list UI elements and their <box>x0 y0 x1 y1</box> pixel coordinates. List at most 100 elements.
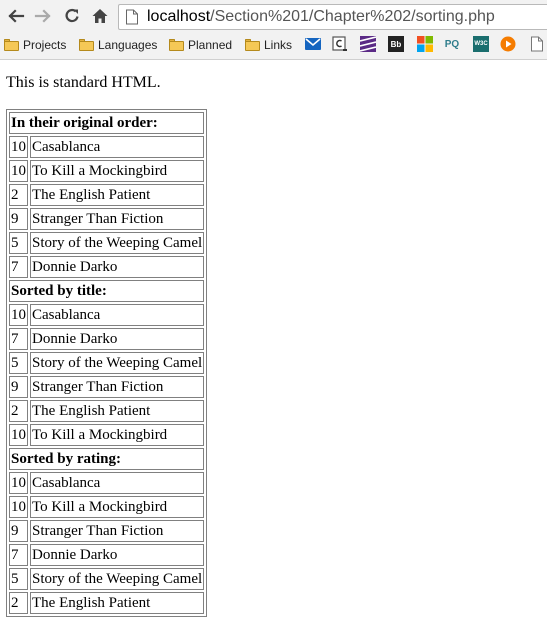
section-heading-row: In their original order: <box>9 112 205 134</box>
table-row: 9 Stranger Than Fiction <box>9 208 205 230</box>
title-cell: Casablanca <box>30 472 205 494</box>
table-row: 5 Story of the Weeping Camel <box>9 352 205 374</box>
rating-cell: 10 <box>9 136 28 158</box>
bookmark-label: Links <box>264 38 293 52</box>
folder-icon <box>4 39 19 51</box>
title-cell: Story of the Weeping Camel <box>30 568 205 590</box>
title-cell: To Kill a Mockingbird <box>30 160 205 182</box>
title-cell: Casablanca <box>30 304 205 326</box>
url-path: /Section%201/Chapter%202/sorting.php <box>210 8 495 25</box>
bb-icon[interactable]: Bb <box>388 36 404 52</box>
bookmark-label: Languages <box>98 38 158 52</box>
table-row: 7 Donnie Darko <box>9 328 205 350</box>
table-row: 5 Story of the Weeping Camel <box>9 232 205 254</box>
section-heading: Sorted by rating: <box>9 448 205 470</box>
title-cell: Story of the Weeping Camel <box>30 232 205 254</box>
table-row: 10 Casablanca <box>9 136 205 158</box>
table-row: 10 To Kill a Mockingbird <box>9 160 205 182</box>
table-row: 10 Casablanca <box>9 472 205 494</box>
rating-cell: 10 <box>9 424 28 446</box>
section-heading: In their original order: <box>9 112 205 134</box>
table-row: 2 The English Patient <box>9 184 205 206</box>
mail-icon[interactable] <box>305 36 321 52</box>
forward-button[interactable] <box>32 5 54 27</box>
rating-cell: 2 <box>9 184 28 206</box>
rating-cell: 7 <box>9 544 28 566</box>
title-cell: Donnie Darko <box>30 544 205 566</box>
folder-icon <box>169 39 184 51</box>
bookmark-label: Planned <box>188 38 233 52</box>
title-cell: Donnie Darko <box>30 328 205 350</box>
title-cell: Stranger Than Fiction <box>30 376 205 398</box>
rating-cell: 10 <box>9 496 28 518</box>
bookmarks-bar: Projects Languages Planned Links <box>0 33 547 58</box>
url-host: localhost <box>147 8 211 25</box>
rating-cell: 2 <box>9 592 28 614</box>
rating-cell: 9 <box>9 520 28 542</box>
rating-cell: 5 <box>9 352 28 374</box>
address-bar[interactable]: localhost/Section%201/Chapter%202/sortin… <box>118 4 547 30</box>
reload-button[interactable] <box>61 5 83 27</box>
table-row: 9 Stranger Than Fiction <box>9 520 205 542</box>
title-cell: Stranger Than Fiction <box>30 208 205 230</box>
movie-table: In their original order: 10 Casablanca 10… <box>6 109 208 617</box>
back-arrow-icon <box>8 9 25 23</box>
pq-label: PQ <box>444 38 460 50</box>
page-icon <box>126 9 138 25</box>
section-heading-row: Sorted by title: <box>9 280 205 302</box>
table-row: 7 Donnie Darko <box>9 256 205 278</box>
title-cell: To Kill a Mockingbird <box>30 496 205 518</box>
stripes-icon[interactable] <box>360 36 376 52</box>
table-row: 2 The English Patient <box>9 400 205 422</box>
table-row: 10 To Kill a Mockingbird <box>9 424 205 446</box>
rating-cell: 7 <box>9 256 28 278</box>
rating-cell: 9 <box>9 208 28 230</box>
rating-cell: 5 <box>9 568 28 590</box>
pq-icon[interactable]: PQ <box>444 36 460 52</box>
back-button[interactable] <box>5 5 27 27</box>
rating-cell: 7 <box>9 328 28 350</box>
page-content: This is standard HTML. In their original… <box>0 60 547 641</box>
section-heading-row: Sorted by rating: <box>9 448 205 470</box>
table-row: 5 Story of the Weeping Camel <box>9 568 205 590</box>
rating-cell: 9 <box>9 376 28 398</box>
forward-arrow-icon <box>34 9 51 23</box>
bookmark-label: Projects <box>23 38 67 52</box>
browser-chrome: localhost/Section%201/Chapter%202/sortin… <box>0 0 547 60</box>
table-row: 7 Donnie Darko <box>9 544 205 566</box>
play-icon[interactable] <box>500 36 516 52</box>
bookmark-folder-languages[interactable]: Languages <box>79 36 157 54</box>
folder-icon <box>245 39 260 51</box>
title-cell: The English Patient <box>30 400 205 422</box>
bookmark-folder-links[interactable]: Links <box>245 36 292 54</box>
url-text: localhost/Section%201/Chapter%202/sortin… <box>147 8 495 26</box>
bb-label: Bb <box>390 39 402 49</box>
title-cell: The English Patient <box>30 184 205 206</box>
bookmark-folder-planned[interactable]: Planned <box>169 36 232 54</box>
browser-toolbar: localhost/Section%201/Chapter%202/sortin… <box>0 0 547 33</box>
table-row: 9 Stranger Than Fiction <box>9 376 205 398</box>
page-icon[interactable] <box>529 36 545 52</box>
folder-icon <box>79 39 94 51</box>
rating-cell: 2 <box>9 400 28 422</box>
w3c-icon[interactable]: W3C <box>473 36 489 52</box>
table-row: 10 Casablanca <box>9 304 205 326</box>
title-cell: The English Patient <box>30 592 205 614</box>
table-row: 10 To Kill a Mockingbird <box>9 496 205 518</box>
windows-icon[interactable] <box>417 36 433 52</box>
rating-cell: 5 <box>9 232 28 254</box>
title-cell: Stranger Than Fiction <box>30 520 205 542</box>
home-button[interactable] <box>89 5 111 27</box>
w3c-label: W3C <box>474 41 488 47</box>
table-row: 2 The English Patient <box>9 592 205 614</box>
title-cell: Story of the Weeping Camel <box>30 352 205 374</box>
section-heading: Sorted by title: <box>9 280 205 302</box>
bookmark-folder-projects[interactable]: Projects <box>4 36 66 54</box>
rating-cell: 10 <box>9 472 28 494</box>
rating-cell: 10 <box>9 160 28 182</box>
reload-icon <box>65 8 79 23</box>
title-cell: To Kill a Mockingbird <box>30 424 205 446</box>
c-bookmark-icon[interactable] <box>332 36 348 52</box>
home-icon <box>92 9 108 23</box>
intro-text: This is standard HTML. <box>6 74 161 91</box>
